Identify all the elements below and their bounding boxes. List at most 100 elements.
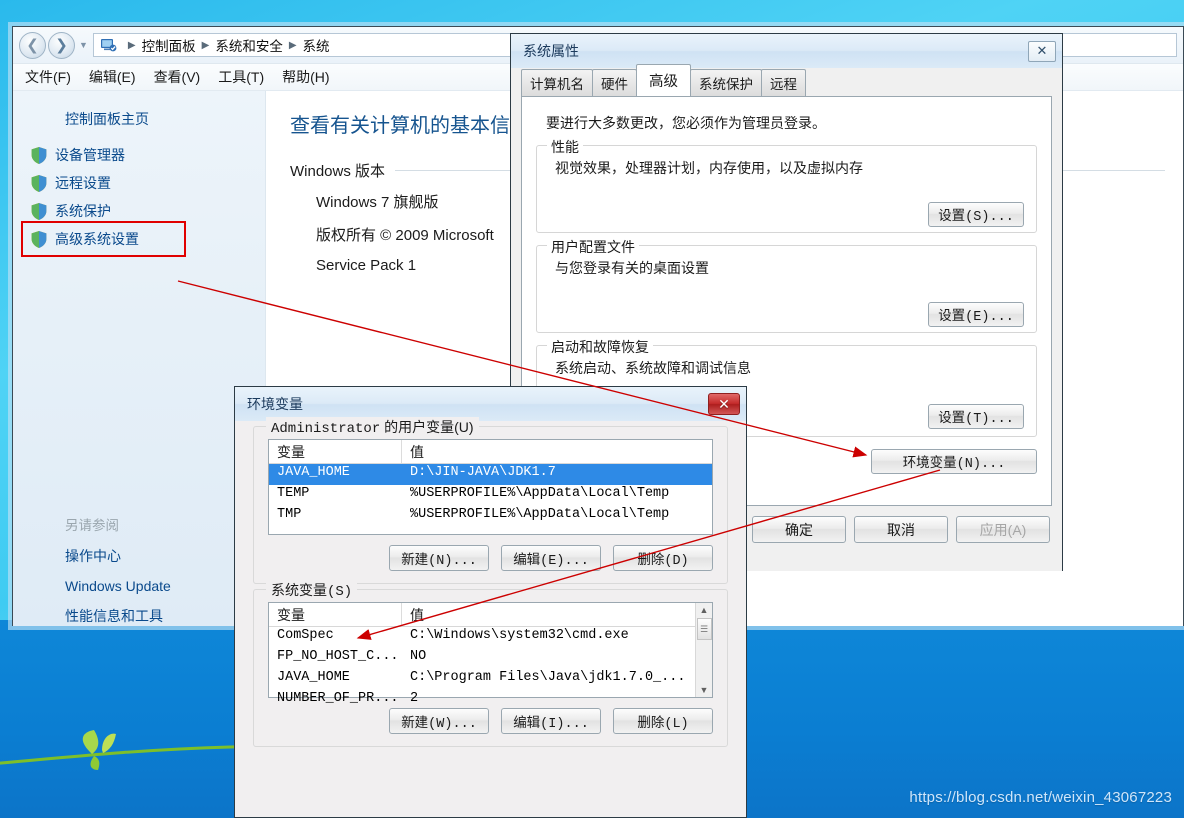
system-edit-button[interactable]: 编辑(I)... <box>501 708 601 734</box>
group-legend-user-profiles: 用户配置文件 <box>547 237 639 257</box>
chevron-down-icon[interactable]: ▼ <box>79 40 88 50</box>
variable-value: %USERPROFILE%\AppData\Local\Temp <box>410 507 670 522</box>
close-icon[interactable]: ✕ <box>1028 40 1056 62</box>
sidebar-item-remote-settings[interactable]: 远程设置 <box>13 169 265 197</box>
list-header: 变量 值 <box>269 440 712 464</box>
breadcrumb-item-1[interactable]: 系统和安全 <box>215 35 283 55</box>
system-variables-legend: 系统变量(S) <box>266 580 358 600</box>
user-profiles-settings-button[interactable]: 设置(E)... <box>928 302 1024 327</box>
sidebar-item-label: 高级系统设置 <box>55 231 139 247</box>
group-text-startup-recovery: 系统启动、系统故障和调试信息 <box>555 360 751 376</box>
column-header-variable: 变量 <box>269 440 402 463</box>
table-row[interactable]: ComSpec C:\Windows\system32\cmd.exe <box>269 627 695 648</box>
scroll-down-arrow-icon[interactable]: ▼ <box>700 683 709 697</box>
table-row[interactable]: JAVA_HOME C:\Program Files\Java\jdk1.7.0… <box>269 669 695 690</box>
breadcrumb-separator: ▶ <box>127 39 136 51</box>
table-row[interactable]: FP_NO_HOST_C... NO <box>269 648 695 669</box>
column-header-value: 值 <box>410 607 424 623</box>
system-variables-section: 系统变量(S) 变量 值 ComSpec C:\Windows\system32… <box>235 580 746 747</box>
system-variables-list[interactable]: 变量 值 ComSpec C:\Windows\system32\cmd.exe… <box>268 602 713 706</box>
variable-name: JAVA_HOME <box>277 465 350 480</box>
dialog-title-bar[interactable]: 环境变量 ✕ <box>235 387 746 421</box>
variable-name: FP_NO_HOST_C... <box>277 649 399 664</box>
variable-name: TMP <box>277 507 302 522</box>
variable-value: %USERPROFILE%\AppData\Local\Temp <box>410 486 670 501</box>
user-new-button[interactable]: 新建(N)... <box>389 545 489 571</box>
shield-icon <box>31 174 47 192</box>
user-variables-legend-rest: 的用户变量(U) <box>380 419 474 435</box>
group-legend-startup-recovery: 启动和故障恢复 <box>547 337 653 357</box>
dialog-body: Administrator 的用户变量(U) 变量 值 JAVA_HOME D:… <box>235 417 746 747</box>
tab-advanced[interactable]: 高级 <box>636 64 691 96</box>
menu-item-tools[interactable]: 工具(T) <box>218 67 264 87</box>
tab-strip: 计算机名 硬件 高级 系统保护 远程 <box>511 64 1062 96</box>
scroll-up-arrow-icon[interactable]: ▲ <box>700 603 709 617</box>
sidebar-item-advanced-system-settings[interactable]: 高级系统设置 <box>13 225 265 253</box>
tab-hardware[interactable]: 硬件 <box>592 69 637 96</box>
variable-name: ComSpec <box>277 628 334 643</box>
variable-value: C:\Windows\system32\cmd.exe <box>410 628 629 643</box>
environment-variables-button[interactable]: 环境变量(N)... <box>871 449 1037 474</box>
tab-remote[interactable]: 远程 <box>761 69 806 96</box>
breadcrumb-item-0[interactable]: 控制面板 <box>142 35 196 55</box>
menu-item-edit[interactable]: 编辑(E) <box>89 67 136 87</box>
sidebar-item-home[interactable]: 控制面板主页 <box>13 105 265 141</box>
group-legend-performance: 性能 <box>547 137 583 157</box>
menu-item-view[interactable]: 查看(V) <box>154 67 201 87</box>
table-row[interactable]: TEMP %USERPROFILE%\AppData\Local\Temp <box>269 485 712 506</box>
breadcrumb-item-2[interactable]: 系统 <box>303 35 330 55</box>
table-row[interactable]: JAVA_HOME D:\JIN-JAVA\JDK1.7 <box>269 464 712 485</box>
back-arrow-icon[interactable]: ❮ <box>19 31 46 59</box>
sidebar-item-performance-info[interactable]: 性能信息和工具 <box>13 600 265 632</box>
vertical-scrollbar[interactable]: ▲ ☰ ▼ <box>695 603 712 697</box>
apply-button[interactable]: 应用(A) <box>956 516 1050 543</box>
group-performance: 性能 视觉效果，处理器计划，内存使用，以及虚拟内存 设置(S)... <box>536 137 1037 233</box>
shield-icon <box>31 146 47 164</box>
sidebar-item-label: 远程设置 <box>55 175 111 191</box>
performance-settings-button[interactable]: 设置(S)... <box>928 202 1024 227</box>
user-variables-buttons: 新建(N)... 编辑(E)... 删除(D) <box>268 545 713 571</box>
list-header: 变量 值 <box>269 603 695 627</box>
variable-value: D:\JIN-JAVA\JDK1.7 <box>410 465 556 480</box>
sidebar-item-windows-update[interactable]: Windows Update <box>13 572 265 600</box>
variable-name: JAVA_HOME <box>277 670 350 685</box>
variable-name: TEMP <box>277 486 310 501</box>
sidebar-item-label: 设备管理器 <box>55 147 125 163</box>
menu-item-file[interactable]: 文件(F) <box>25 67 71 87</box>
startup-recovery-settings-button[interactable]: 设置(T)... <box>928 404 1024 429</box>
close-icon[interactable]: ✕ <box>708 393 740 415</box>
sidebar-item-system-protection[interactable]: 系统保护 <box>13 197 265 225</box>
table-row[interactable]: TMP %USERPROFILE%\AppData\Local\Temp <box>269 506 712 527</box>
user-delete-button[interactable]: 删除(D) <box>613 545 713 571</box>
forward-arrow-icon[interactable]: ❯ <box>48 31 75 59</box>
dialog-title: 系统属性 <box>523 43 579 59</box>
column-header-value: 值 <box>410 444 424 460</box>
sidebar-item-device-manager[interactable]: 设备管理器 <box>13 141 265 169</box>
system-new-button[interactable]: 新建(W)... <box>389 708 489 734</box>
group-user-profiles: 用户配置文件 与您登录有关的桌面设置 设置(E)... <box>536 237 1037 333</box>
user-variables-legend-user: Administrator <box>271 421 381 437</box>
ok-button[interactable]: 确定 <box>752 516 846 543</box>
admin-note: 要进行大多数更改，您必须作为管理员登录。 <box>546 115 826 131</box>
dialog-title: 环境变量 <box>247 396 303 412</box>
tab-computer-name[interactable]: 计算机名 <box>521 69 593 96</box>
sidebar-item-action-center[interactable]: 操作中心 <box>13 540 265 572</box>
shield-icon <box>31 230 47 248</box>
user-variables-fieldset: Administrator 的用户变量(U) 变量 值 JAVA_HOME D:… <box>253 417 728 584</box>
variable-value: NO <box>410 649 427 664</box>
sidebar: 控制面板主页 设备管理器 远程设置 系统保护 高级系统设置 另请参阅 操作中心 … <box>13 91 266 626</box>
system-variables-buttons: 新建(W)... 编辑(I)... 删除(L) <box>268 708 713 734</box>
breadcrumb-separator: ▶ <box>288 39 297 51</box>
computer-icon <box>100 38 117 51</box>
system-delete-button[interactable]: 删除(L) <box>613 708 713 734</box>
breadcrumb-separator: ▶ <box>201 39 210 51</box>
tab-system-protection[interactable]: 系统保护 <box>690 69 762 96</box>
scrollbar-thumb[interactable]: ☰ <box>696 618 712 640</box>
column-header-variable: 变量 <box>269 603 402 626</box>
menu-item-help[interactable]: 帮助(H) <box>282 67 329 87</box>
cancel-button[interactable]: 取消 <box>854 516 948 543</box>
dialog-title-bar[interactable]: 系统属性 ✕ <box>511 34 1062 68</box>
user-variables-list[interactable]: 变量 值 JAVA_HOME D:\JIN-JAVA\JDK1.7 TEMP %… <box>268 439 713 535</box>
user-edit-button[interactable]: 编辑(E)... <box>501 545 601 571</box>
section-header-label: Windows 版本 <box>290 163 386 180</box>
